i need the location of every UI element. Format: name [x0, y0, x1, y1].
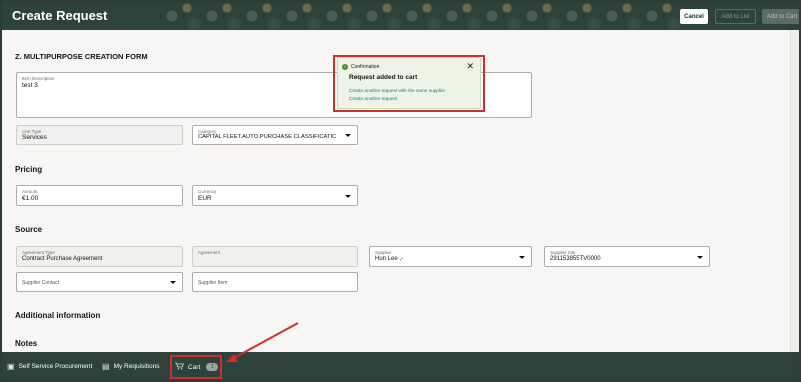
annotation-arrow — [226, 322, 299, 362]
app-frame: Create Request Cancel Add to List Add to… — [0, 0, 801, 382]
